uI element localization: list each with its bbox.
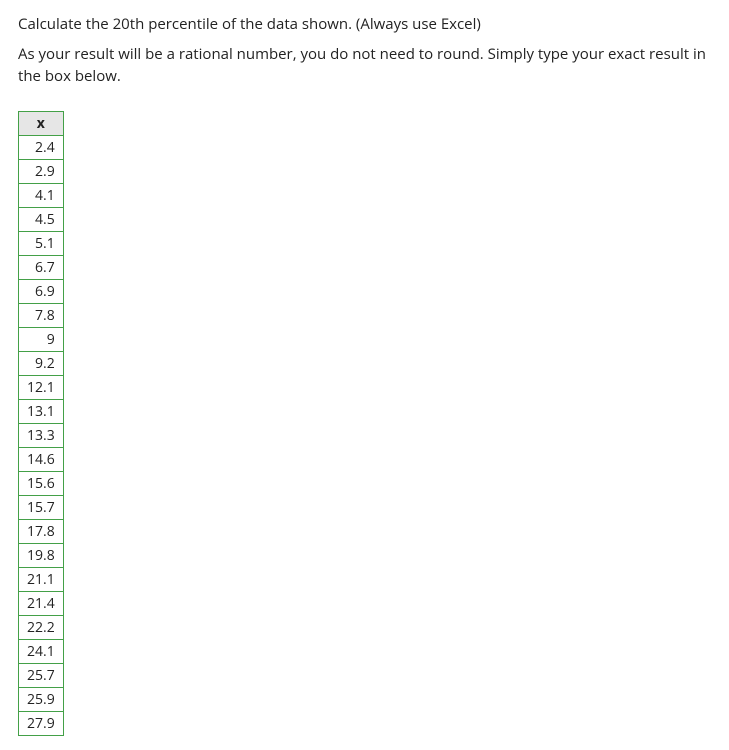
table-cell: 2.4 — [19, 136, 64, 160]
table-cell: 24.1 — [19, 640, 64, 664]
table-cell: 17.8 — [19, 520, 64, 544]
table-header: x — [19, 112, 64, 136]
table-cell: 25.9 — [19, 688, 64, 712]
table-body: 2.4 2.9 4.1 4.5 5.1 6.7 6.9 7.8 9 9.2 12… — [19, 136, 64, 736]
table-cell: 13.1 — [19, 400, 64, 424]
table-cell: 22.2 — [19, 616, 64, 640]
table-cell: 5.1 — [19, 232, 64, 256]
table-cell: 4.1 — [19, 184, 64, 208]
table-cell: 21.1 — [19, 568, 64, 592]
table-cell: 6.7 — [19, 256, 64, 280]
table-cell: 25.7 — [19, 664, 64, 688]
table-cell: 14.6 — [19, 448, 64, 472]
table-cell: 12.1 — [19, 376, 64, 400]
question-line-1: Calculate the 20th percentile of the dat… — [18, 14, 711, 36]
table-cell: 2.9 — [19, 160, 64, 184]
table-cell: 15.7 — [19, 496, 64, 520]
table-cell: 4.5 — [19, 208, 64, 232]
table-cell: 9.2 — [19, 352, 64, 376]
table-cell: 13.3 — [19, 424, 64, 448]
data-table: x 2.4 2.9 4.1 4.5 5.1 6.7 6.9 7.8 9 9.2 … — [18, 111, 64, 736]
table-cell: 21.4 — [19, 592, 64, 616]
table-cell: 15.6 — [19, 472, 64, 496]
question-line-2: As your result will be a rational number… — [18, 44, 711, 88]
table-cell: 7.8 — [19, 304, 64, 328]
table-cell: 9 — [19, 328, 64, 352]
table-cell: 6.9 — [19, 280, 64, 304]
table-cell: 19.8 — [19, 544, 64, 568]
question-text: Calculate the 20th percentile of the dat… — [18, 14, 711, 87]
table-cell: 27.9 — [19, 712, 64, 736]
